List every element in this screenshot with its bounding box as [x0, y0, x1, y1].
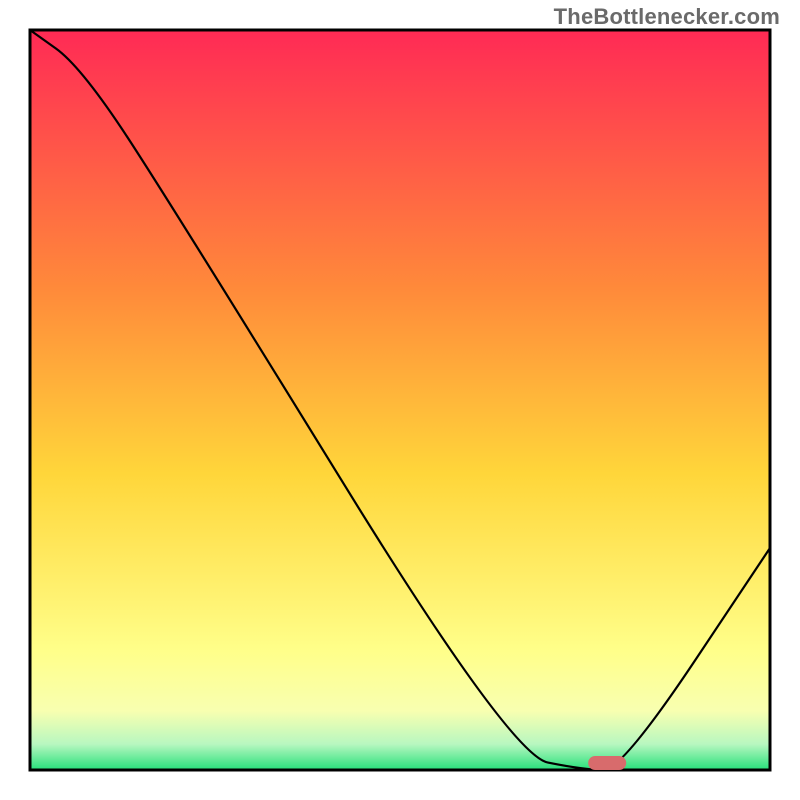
selected-point-marker: [588, 756, 626, 770]
watermark-text: TheBottlenecker.com: [554, 4, 780, 30]
plot-area: [30, 30, 770, 770]
bottleneck-chart: [0, 0, 800, 800]
chart-background: [30, 30, 770, 770]
